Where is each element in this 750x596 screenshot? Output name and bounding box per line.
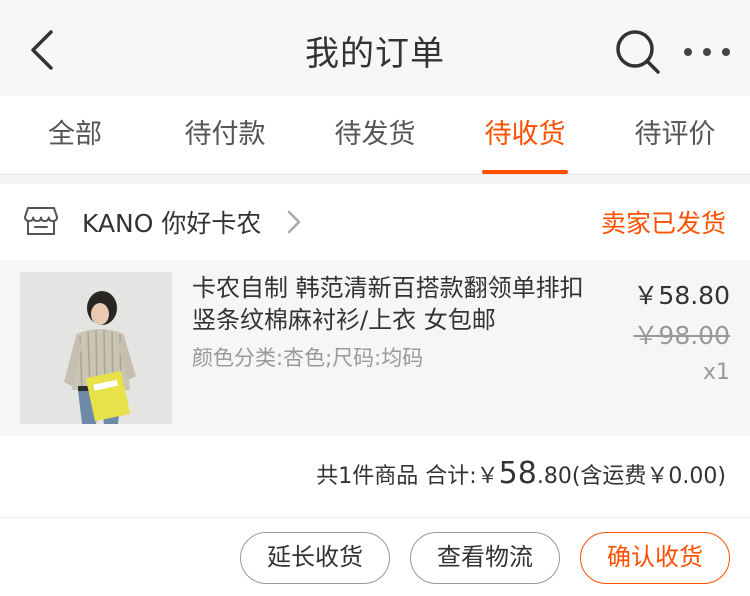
product-sku: 颜色分类:杏色;尺码:均码 — [192, 346, 424, 370]
extend-receipt-button[interactable]: 延长收货 — [240, 532, 390, 584]
more-button[interactable] — [684, 26, 730, 78]
summary-total-int: 58 — [498, 456, 537, 491]
product-thumbnail[interactable] — [20, 272, 172, 424]
order-item[interactable]: 卡农自制 韩范清新百搭款翻领单排扣竖条纹棉麻衬衫/上衣 女包邮 颜色分类:杏色;… — [0, 260, 750, 436]
summary-total-dec: .80 — [536, 464, 572, 489]
shop-name[interactable]: KANO 你好卡农 — [82, 204, 261, 240]
product-image — [20, 272, 172, 424]
orders-page: 我的订单 全部 待付款 待发货 待收货 待评价 KANO 你好卡农 卖家已发货 … — [0, 0, 750, 596]
tab-pending-receipt[interactable]: 待收货 — [450, 96, 600, 174]
view-logistics-button[interactable]: 查看物流 — [410, 532, 560, 584]
tab-pending-payment[interactable]: 待付款 — [150, 96, 300, 174]
nav-bar: 我的订单 — [0, 0, 750, 96]
tab-pending-shipment[interactable]: 待发货 — [300, 96, 450, 174]
store-icon — [24, 207, 58, 235]
product-title[interactable]: 卡农自制 韩范清新百搭款翻领单排扣竖条纹棉麻衬衫/上衣 女包邮 — [192, 272, 592, 336]
order-summary: 共1件商品 合计:￥ 58.80 (含运费￥0.00) — [316, 456, 726, 491]
tab-all[interactable]: 全部 — [0, 96, 150, 174]
divider — [0, 517, 750, 518]
order-status: 卖家已发货 — [600, 209, 726, 238]
product-price: ￥58.80 — [633, 281, 730, 310]
order-card: KANO 你好卡农 卖家已发货 卡农自制 韩范清新百搭款翻领单排扣竖条纹棉麻衬衫… — [0, 184, 750, 596]
more-icon — [684, 48, 692, 56]
chevron-right-icon — [287, 210, 301, 234]
more-icon — [703, 48, 711, 56]
search-button[interactable] — [612, 26, 664, 78]
product-original-price: ￥98.00 — [633, 321, 730, 350]
product-quantity: x1 — [702, 360, 730, 385]
search-icon — [616, 30, 660, 74]
shop-header[interactable]: KANO 你好卡农 卖家已发货 — [0, 184, 750, 260]
summary-shipping: (含运费￥0.00) — [571, 464, 726, 489]
order-tabs: 全部 待付款 待发货 待收货 待评价 — [0, 96, 750, 175]
summary-count: 共1件商品 合计:￥ — [316, 464, 499, 489]
more-icon — [722, 48, 730, 56]
tab-pending-review[interactable]: 待评价 — [600, 96, 750, 174]
confirm-receipt-button[interactable]: 确认收货 — [580, 532, 730, 584]
